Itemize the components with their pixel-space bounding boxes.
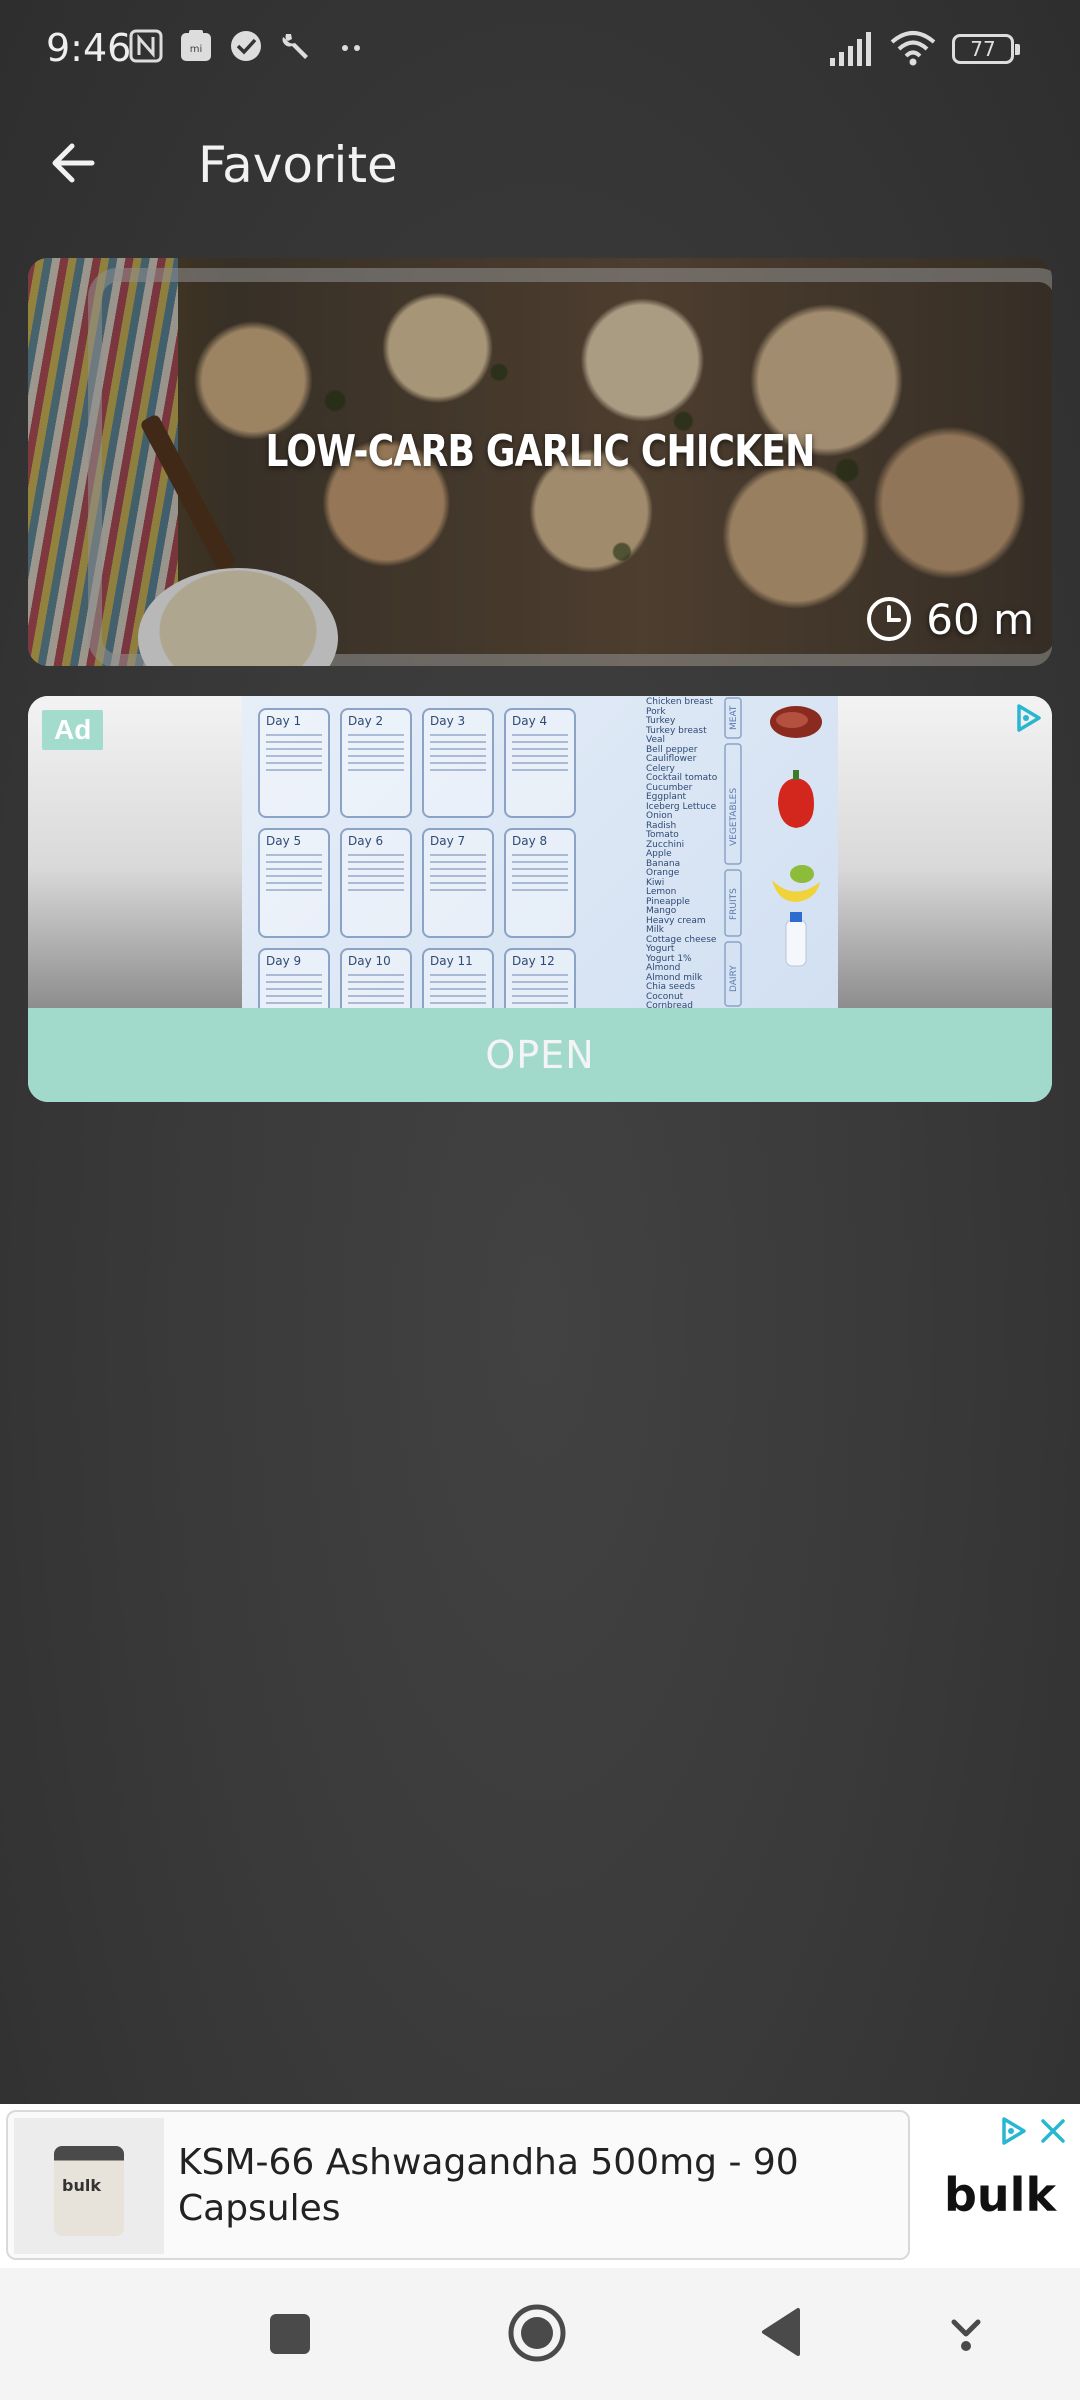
supplement-jar: bulk	[54, 2146, 124, 2236]
battery-indicator: 77	[952, 34, 1020, 64]
banana-icon	[772, 880, 820, 902]
ad-open-button[interactable]: OPEN	[28, 1008, 1052, 1102]
signal-icon	[830, 32, 871, 66]
back-button[interactable]	[40, 128, 110, 198]
recents-button[interactable]	[262, 2306, 318, 2367]
product-image: bulk	[14, 2118, 164, 2254]
check-circle-icon	[231, 31, 261, 61]
milk-bottle-icon	[785, 919, 807, 967]
food-illustrations	[770, 706, 822, 967]
hide-nav-button[interactable]	[944, 2308, 988, 2363]
home-circle-icon	[508, 2304, 566, 2362]
back-nav-button[interactable]	[754, 2302, 814, 2367]
arrow-left-icon	[52, 143, 95, 183]
triangle-back-icon	[762, 2308, 800, 2356]
banner-ad-text: KSM-66 Ashwagandha 500mg - 90 Capsules	[178, 2142, 799, 2229]
grocery-label-vegetables: VEGETABLES	[729, 788, 739, 846]
banner-close-button[interactable]	[1036, 2114, 1070, 2153]
recipe-time-label: 60 m	[926, 594, 1034, 644]
status-bar: 9:46 mi 77	[0, 0, 1080, 100]
planner-day: Day 4	[504, 708, 576, 818]
planner-day: Day 8	[504, 828, 576, 938]
banner-ad-content[interactable]: bulk KSM-66 Ashwagandha 500mg - 90 Capsu…	[6, 2110, 910, 2260]
mi-app-icon: mi	[181, 30, 211, 61]
status-time: 9:46	[46, 26, 132, 70]
planner-day: Day 5	[258, 828, 330, 938]
planner-day: Day 6	[340, 828, 412, 938]
nfc-icon	[129, 29, 163, 63]
planner-day: Day 1	[258, 708, 330, 818]
wifi-icon	[890, 31, 936, 66]
planner-day: Day 7	[422, 828, 494, 938]
recipe-title: LOW-CARB GARLIC CHICKEN	[265, 426, 815, 477]
pepper-icon	[778, 778, 814, 828]
ad-choices-icon	[1017, 704, 1041, 732]
planner-day: Day 2	[340, 708, 412, 818]
grocery-label-fruits: FRUITS	[729, 888, 739, 920]
square-icon	[270, 2314, 310, 2354]
grocery-label-meat: MEAT	[729, 705, 739, 730]
recipe-duration: 60 m	[864, 594, 1034, 644]
wrench-icon	[282, 34, 308, 59]
system-nav-bar	[0, 2268, 1080, 2400]
recipe-card[interactable]: LOW-CARB GARLIC CHICKEN 60 m	[28, 258, 1052, 666]
ad-image[interactable]: Day 1 Day 2 Day 3 Day 4 Day 5 Day 6 Day …	[28, 696, 1052, 1058]
grocery-label-dairy: DAIRY	[729, 965, 739, 992]
native-ad-card[interactable]: Day 1 Day 2 Day 3 Day 4 Day 5 Day 6 Day …	[28, 696, 1052, 1102]
close-icon	[1041, 2119, 1065, 2143]
home-button[interactable]	[504, 2300, 570, 2371]
chevron-down-icon	[951, 2319, 981, 2351]
more-dots-icon	[342, 45, 360, 51]
grocery-category-labels: MEAT VEGETABLES FRUITS DAIRY	[724, 697, 742, 1007]
meal-planner-image: Day 1 Day 2 Day 3 Day 4 Day 5 Day 6 Day …	[242, 696, 838, 1058]
ad-choices-icon	[1002, 2117, 1026, 2145]
clock-icon	[867, 597, 912, 641]
banner-ad-choices-button[interactable]	[996, 2114, 1030, 2153]
planner-day: Day 3	[422, 708, 494, 818]
banner-ad[interactable]: bulk KSM-66 Ashwagandha 500mg - 90 Capsu…	[0, 2104, 1080, 2268]
ad-badge: Ad	[42, 710, 104, 750]
svg-text:mi: mi	[190, 44, 203, 55]
ad-choices-button[interactable]	[1010, 700, 1046, 741]
brand-logo[interactable]: bulk	[944, 2168, 1056, 2222]
page-title: Favorite	[198, 136, 398, 194]
